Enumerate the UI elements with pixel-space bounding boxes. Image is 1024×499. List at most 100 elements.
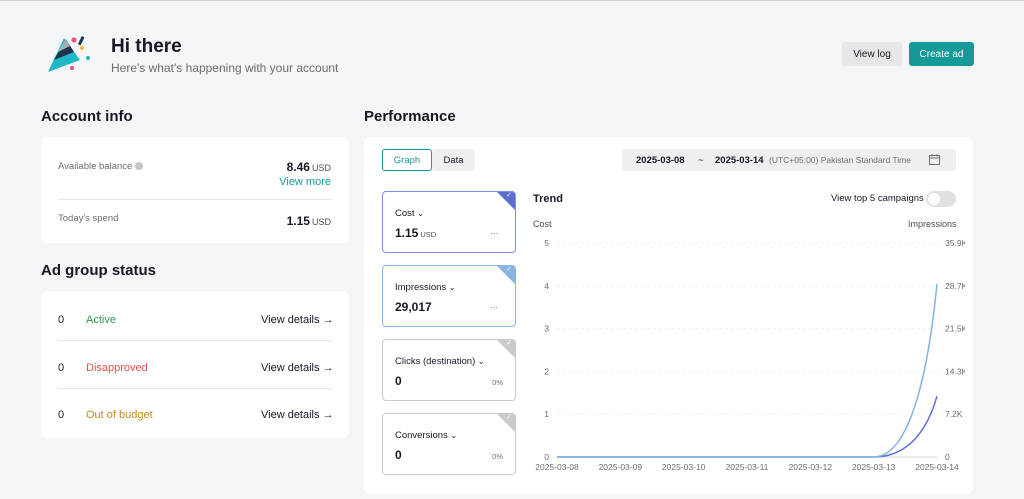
metric-unit: USD [420, 230, 437, 239]
status-label-active: Active [86, 314, 116, 326]
y-right-tick-label: 0 [945, 452, 950, 462]
performance-title: Performance [364, 108, 456, 125]
series-line-cost [557, 396, 938, 458]
ad-group-status-title: Ad group status [41, 262, 156, 279]
top-border [0, 0, 1024, 1]
status-count: 0 [58, 314, 65, 326]
x-tick-label: 2025-03-14 [915, 462, 959, 472]
y-left-tick-label: 3 [544, 324, 549, 334]
x-tick-label: 2025-03-13 [852, 462, 896, 472]
chevron-down-icon[interactable]: ⌄ [450, 431, 457, 440]
x-tick-label: 2025-03-08 [535, 462, 579, 472]
selected-corner: ✓ [497, 266, 515, 284]
view-log-button[interactable]: View log [842, 42, 902, 66]
metric-name: Conversions [395, 430, 448, 441]
create-ad-button[interactable]: Create ad [909, 42, 974, 66]
unselected-corner: ✓ [497, 414, 515, 432]
x-tick-label: 2025-03-12 [789, 462, 833, 472]
y-right-tick-label: 28.7K [945, 281, 965, 291]
view-details-label: View details [261, 314, 320, 326]
x-tick-label: 2025-03-10 [662, 462, 706, 472]
metric-extra: ... [490, 300, 498, 310]
arrow-right-icon: → [322, 362, 334, 374]
account-info-card: Available balance 8.46 USD View more Toda… [41, 137, 349, 243]
metric-extra: 0% [492, 378, 503, 387]
metric-extra: 0% [492, 452, 503, 461]
status-count: 0 [58, 409, 65, 421]
metric-card-cost[interactable]: ✓ Cost ⌄ 1.15 USD ... [382, 191, 516, 253]
tab-graph[interactable]: Graph [382, 149, 432, 171]
metric-card-impressions[interactable]: ✓ Impressions ⌄ 29,017 ... [382, 265, 516, 327]
y-left-tick-label: 4 [544, 281, 549, 291]
toggle-knob [928, 193, 940, 205]
date-range-picker[interactable]: 2025-03-08 ~ 2025-03-14 (UTC+05:00) Paki… [622, 149, 956, 171]
view-details-link[interactable]: View details → [261, 362, 334, 374]
metric-value: 0 [395, 448, 402, 462]
tab-data[interactable]: Data [432, 149, 475, 171]
trend-chart: 0 0 1 7.2K 2 14.3K 3 21.5K 4 28.7K 5 35.9K 2025-03-0… [535, 238, 965, 472]
status-label-disapproved: Disapproved [86, 362, 148, 374]
x-tick-label: 2025-03-09 [599, 462, 643, 472]
metric-extra: ... [490, 226, 498, 236]
spend-unit: USD [311, 217, 331, 227]
check-icon: ✓ [506, 414, 512, 421]
unselected-corner: ✓ [497, 340, 515, 358]
party-popper-icon [48, 35, 90, 72]
calendar-icon [929, 154, 940, 165]
y-right-tick-label: 21.5K [945, 324, 965, 334]
status-count: 0 [58, 362, 65, 374]
date-end: 2025-03-14 [715, 154, 764, 166]
timezone: (UTC+05:00) Pakistan Standard Time [769, 155, 911, 165]
divider [58, 199, 332, 200]
arrow-right-icon: → [322, 409, 334, 421]
selected-corner: ✓ [497, 192, 515, 210]
check-icon: ✓ [506, 192, 512, 199]
status-label-out-of-budget: Out of budget [86, 409, 153, 421]
y-right-tick-label: 14.3K [945, 366, 965, 376]
metric-name-wrap: Clicks (destination) ⌄ [395, 356, 485, 367]
view-more-link[interactable]: View more [279, 176, 331, 188]
status-row-active: 0 Active View details → [41, 294, 349, 341]
spend-label: Today's spend [58, 213, 119, 224]
info-icon[interactable] [135, 162, 144, 170]
balance-label: Available balance [58, 161, 133, 172]
spend-value: 1.15 [286, 214, 310, 228]
metric-name: Cost [395, 208, 415, 219]
balance-unit: USD [311, 163, 331, 173]
top5-toggle[interactable] [926, 191, 956, 207]
x-tick-label: 2025-03-11 [726, 462, 769, 472]
view-details-link[interactable]: View details → [261, 314, 334, 326]
trend-title: Trend [533, 193, 563, 205]
balance-label-wrap: Available balance [58, 156, 144, 174]
y-right-tick-label: 35.9K [945, 238, 965, 248]
series-line-impressions [557, 283, 938, 458]
view-details-label: View details [261, 362, 320, 374]
y-left-tick-label: 5 [544, 238, 549, 248]
balance-value-wrap: 8.46 USD [287, 158, 331, 176]
metric-card-conversions[interactable]: ✓ Conversions ⌄ 0 0% [382, 413, 516, 475]
top5-label: View top 5 campaigns [831, 193, 924, 204]
balance-value: 8.46 [286, 160, 310, 174]
metric-name: Impressions [395, 282, 447, 293]
y-right-tick-label: 7.2K [945, 409, 963, 419]
date-start: 2025-03-08 [636, 154, 685, 166]
check-icon: ✓ [506, 340, 512, 347]
view-details-label: View details [261, 409, 320, 421]
chevron-down-icon[interactable]: ⌄ [449, 283, 456, 292]
check-icon: ✓ [506, 266, 512, 273]
chevron-down-icon[interactable]: ⌄ [478, 357, 485, 366]
metric-value: 1.15 [395, 226, 419, 240]
metric-name: Clicks (destination) [395, 356, 476, 367]
page-subtitle: Here's what's happening with your accoun… [111, 61, 339, 75]
account-info-title: Account info [41, 108, 133, 125]
metric-name-wrap: Conversions ⌄ [395, 430, 457, 441]
divider [58, 340, 332, 341]
metric-card-clicks[interactable]: ✓ Clicks (destination) ⌄ 0 0% [382, 339, 516, 401]
chevron-down-icon[interactable]: ⌄ [417, 209, 424, 218]
metric-value: 29,017 [395, 300, 432, 314]
metric-name-wrap: Cost ⌄ [395, 208, 424, 219]
arrow-right-icon: → [322, 314, 334, 326]
metric-value: 0 [395, 374, 402, 388]
view-details-link[interactable]: View details → [261, 409, 334, 421]
metric-name-wrap: Impressions ⌄ [395, 282, 456, 293]
